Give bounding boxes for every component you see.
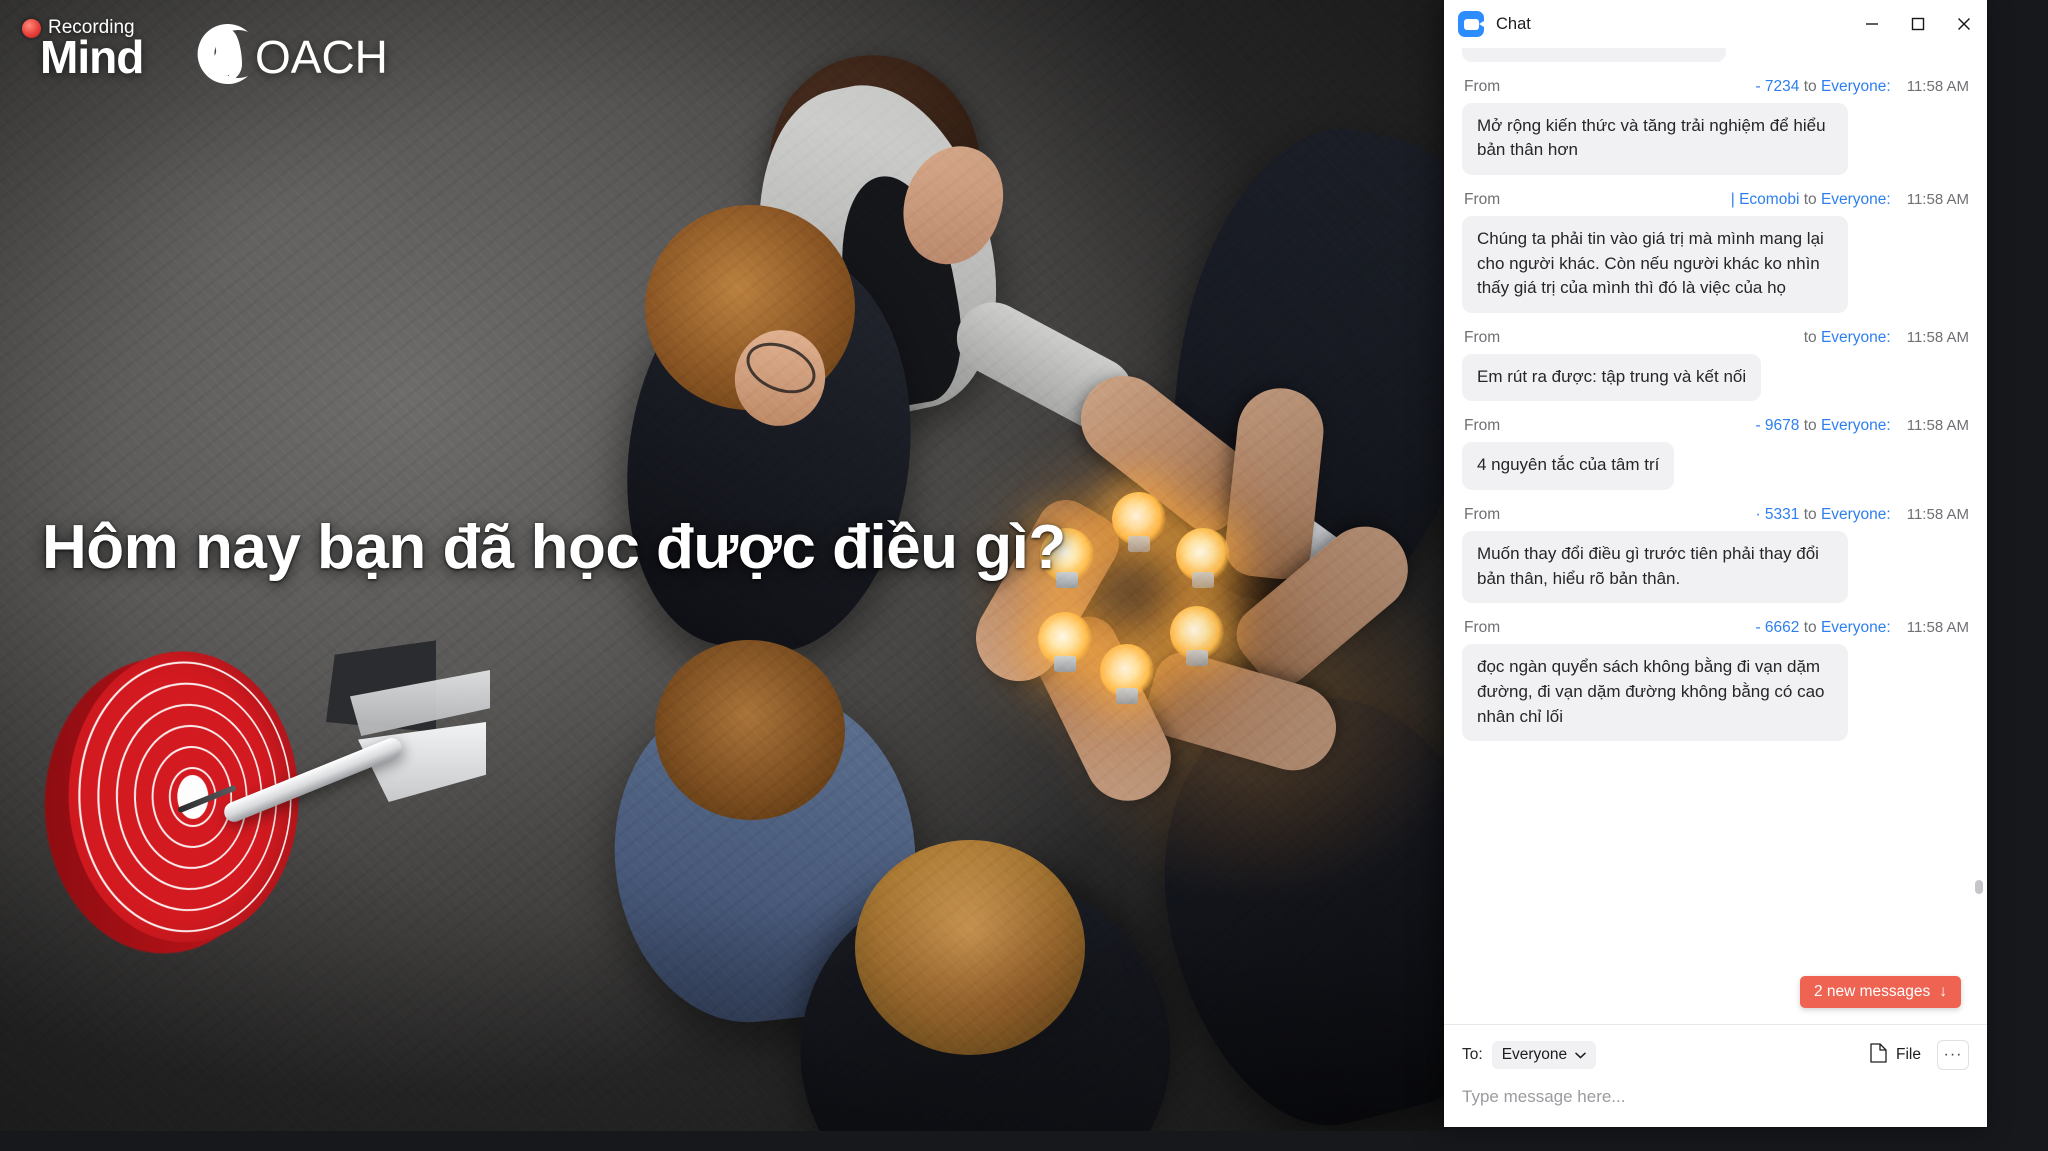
sender-recipient: | Ecomobi to Everyone: — [1500, 191, 1907, 209]
logo-coach-text: OACH — [255, 31, 388, 83]
recipient-select-value: Everyone — [1501, 1046, 1568, 1063]
message-meta: From | Ecomobi to Everyone: 11:58 AM — [1462, 177, 1971, 216]
recipient-select[interactable]: Everyone — [1491, 1041, 1597, 1069]
message-group: From - 9678 to Everyone: 11:58 AM 4 nguy… — [1462, 403, 1971, 491]
to-word: to — [1799, 77, 1821, 95]
close-button[interactable] — [1941, 0, 1987, 48]
message-group: From · 5331 to Everyone: 11:58 AM Muốn t… — [1462, 492, 1971, 604]
recipient-name: Everyone: — [1820, 417, 1891, 435]
to-word: to — [1799, 190, 1821, 208]
video-stage: Hôm nay bạn đã học được điều gì? Recordi… — [0, 0, 1448, 1131]
chat-scrollbar[interactable] — [1975, 58, 1983, 1014]
message-group: From - 7234 to Everyone: 11:58 AM Mở rộn… — [1462, 64, 1971, 175]
chevron-down-icon — [1575, 1046, 1586, 1064]
sender-name: - 6662 — [1755, 619, 1800, 637]
new-messages-button[interactable]: 2 new messages ↓ — [1799, 976, 1961, 1008]
more-options-button[interactable]: ··· — [1937, 1040, 1969, 1070]
message-group: From | Ecomobi to Everyone: 11:58 AM Chú… — [1462, 177, 1971, 313]
to-word: to — [1799, 619, 1821, 637]
message-time: 11:58 AM — [1906, 417, 1969, 435]
new-messages-label: 2 new messages — [1813, 983, 1931, 1000]
from-label: From — [1464, 506, 1501, 524]
sender-name: - 7234 — [1755, 77, 1800, 95]
message-group: From - 6662 to Everyone: 11:58 AM đọc ng… — [1462, 605, 1971, 742]
sender-name: - 9678 — [1755, 417, 1800, 435]
sender-recipient: - 9678 to Everyone: — [1500, 417, 1907, 435]
from-label: From — [1464, 77, 1501, 95]
message-time: 11:58 AM — [1906, 506, 1969, 524]
file-button[interactable]: File — [1870, 1042, 1921, 1068]
composer-toolbar: To: Everyone File ··· — [1462, 1039, 1969, 1071]
message-meta: From - 7234 to Everyone: 11:58 AM — [1462, 64, 1971, 103]
from-label: From — [1464, 417, 1501, 435]
maximize-button[interactable] — [1895, 0, 1941, 48]
presentation-photo: Hôm nay bạn đã học được điều gì? Recordi… — [0, 0, 1448, 1131]
dartboard-graphic — [39, 630, 490, 972]
from-label: From — [1464, 619, 1501, 637]
chat-scrollbar-thumb[interactable] — [1975, 880, 1983, 895]
file-label: File — [1896, 1046, 1921, 1063]
chat-window: Chat không bằng có cao nh — [1444, 0, 1987, 1127]
message-meta: From to Everyone: 11:58 AM — [1462, 315, 1971, 354]
message-meta: From · 5331 to Everyone: 11:58 AM — [1462, 492, 1971, 531]
chat-titlebar[interactable]: Chat — [1444, 0, 1987, 48]
message-meta: From - 6662 to Everyone: 11:58 AM — [1462, 605, 1971, 644]
to-word: to — [1799, 417, 1821, 435]
arrow-down-icon: ↓ — [1939, 983, 1947, 1000]
message-bubble: Chúng ta phải tin vào giá trị mà mình ma… — [1462, 215, 1848, 313]
message-group: From to Everyone: 11:58 AM Em rút ra đượ… — [1462, 315, 1971, 402]
logo-c-face-icon — [186, 16, 262, 92]
message-group-clipped: không bằng có cao nhân chỉ lối — [1462, 48, 1971, 62]
zoom-app-icon — [1458, 11, 1484, 37]
sender-recipient: - 6662 to Everyone: — [1500, 619, 1907, 637]
logo-mind-text: Mind — [40, 31, 144, 83]
recipient-name: Everyone: — [1820, 506, 1891, 524]
message-bubble: Muốn thay đổi điều gì trước tiên phải th… — [1462, 531, 1848, 604]
minimize-button[interactable] — [1849, 0, 1895, 48]
message-time: 11:58 AM — [1906, 328, 1969, 346]
sender-recipient: - 7234 to Everyone: — [1500, 78, 1907, 96]
sender-recipient: · 5331 to Everyone: — [1500, 506, 1907, 524]
from-label: From — [1464, 328, 1501, 346]
chat-composer: To: Everyone File ··· Type message here.… — [1444, 1024, 1987, 1127]
slide-headline: Hôm nay bạn đã học được điều gì? — [42, 513, 1066, 582]
message-time: 11:58 AM — [1906, 77, 1969, 95]
recipient-name: Everyone: — [1820, 77, 1891, 95]
message-bubble: 4 nguyên tắc của tâm trí — [1462, 442, 1675, 491]
chat-message-list[interactable]: không bằng có cao nhân chỉ lối From - 72… — [1444, 48, 1987, 1024]
message-bubble: Em rút ra được: tập trung và kết nối — [1462, 353, 1762, 402]
screen: Hôm nay bạn đã học được điều gì? Recordi… — [0, 0, 2048, 1151]
message-time: 11:58 AM — [1906, 619, 1969, 637]
message-input[interactable]: Type message here... — [1462, 1087, 1969, 1127]
sender-recipient: to Everyone: — [1500, 329, 1907, 347]
to-word: to — [1799, 506, 1821, 524]
message-bubble: Mở rộng kiến thức và tăng trải nghiệm để… — [1462, 102, 1848, 175]
ellipsis-icon: ··· — [1943, 1046, 1963, 1063]
sender-name: · 5331 — [1755, 506, 1800, 524]
message-bubble: không bằng có cao nhân chỉ lối — [1462, 48, 1727, 62]
to-label: To: — [1462, 1046, 1483, 1063]
recipient-name: Everyone: — [1820, 190, 1891, 208]
recording-indicator-icon — [22, 19, 41, 38]
message-meta: From - 9678 to Everyone: 11:58 AM — [1462, 403, 1971, 442]
message-time: 11:58 AM — [1906, 190, 1969, 208]
file-icon — [1870, 1042, 1887, 1068]
chat-window-title: Chat — [1496, 14, 1531, 33]
from-label: From — [1464, 190, 1501, 208]
to-word: to — [1803, 328, 1821, 346]
recipient-name: Everyone: — [1820, 619, 1891, 637]
brand-block: Recording Mind OACH — [22, 8, 388, 85]
message-bubble: đọc ngàn quyển sách không bằng đi vạn dặ… — [1462, 644, 1848, 742]
sender-name: | Ecomobi — [1730, 190, 1800, 208]
recipient-name: Everyone: — [1820, 328, 1891, 346]
